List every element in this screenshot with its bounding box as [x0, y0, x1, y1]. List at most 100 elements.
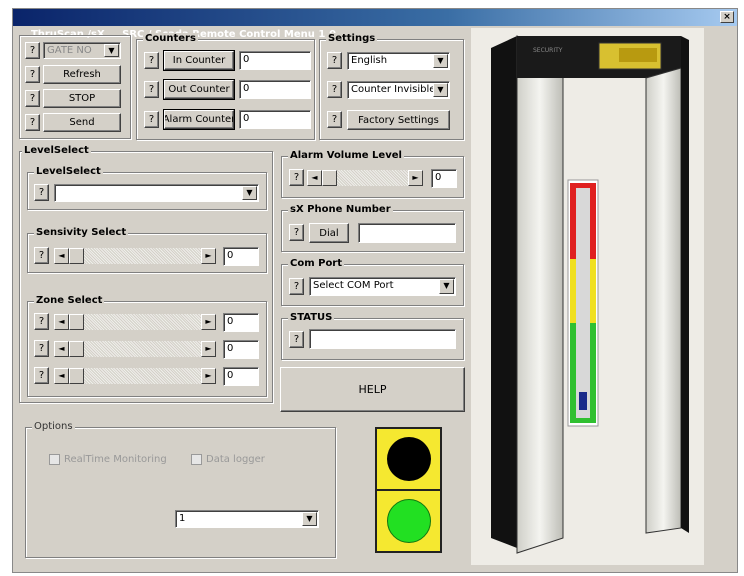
- level-select-dropdown[interactable]: ▼: [54, 184, 259, 202]
- language-select-arrow-icon[interactable]: ▼: [433, 54, 448, 68]
- level-select-help-button[interactable]: ?: [34, 184, 49, 201]
- alarm-counter-field[interactable]: 0: [239, 110, 311, 129]
- language-select[interactable]: English ▼: [347, 52, 450, 70]
- send-help-button[interactable]: ?: [25, 114, 40, 131]
- scroll-thumb[interactable]: [69, 368, 84, 384]
- scroll-left-icon[interactable]: ◄: [307, 170, 322, 186]
- zone-3-help-button[interactable]: ?: [34, 367, 49, 384]
- zone-2-help-button[interactable]: ?: [34, 340, 49, 357]
- out-counter-field[interactable]: 0: [239, 80, 311, 99]
- help-button[interactable]: HELP: [280, 367, 465, 412]
- scroll-left-icon[interactable]: ◄: [54, 368, 69, 384]
- alarm-volume-title: Alarm Volume Level: [288, 150, 404, 162]
- sensitivity-field[interactable]: 0: [223, 247, 259, 266]
- alarm-volume-help-button[interactable]: ?: [289, 169, 304, 186]
- data-logger-checkbox[interactable]: Data logger: [191, 454, 265, 465]
- gate-help-button[interactable]: ?: [25, 42, 40, 59]
- dial-button[interactable]: Dial: [309, 223, 349, 243]
- level-select-title: LevelSelect: [34, 166, 103, 178]
- signal-divider: [377, 489, 440, 491]
- scroll-right-icon[interactable]: ►: [201, 248, 216, 264]
- alarm-volume-scrollbar[interactable]: ◄ ►: [307, 170, 423, 186]
- phone-title: sX Phone Number: [288, 204, 393, 216]
- alarm-counter-help-button[interactable]: ?: [144, 111, 159, 128]
- scroll-left-icon[interactable]: ◄: [54, 341, 69, 357]
- sensitivity-scrollbar[interactable]: ◄ ►: [54, 248, 216, 264]
- realtime-monitoring-label: RealTime Monitoring: [64, 454, 167, 465]
- alarm-counter-button[interactable]: Alarm Counter: [163, 109, 235, 130]
- counter-visibility-arrow-icon[interactable]: ▼: [433, 83, 448, 97]
- zone-3-field[interactable]: 0: [223, 367, 259, 386]
- gate-select-arrow-icon[interactable]: ▼: [104, 44, 119, 57]
- zone-select-title: Zone Select: [34, 295, 105, 307]
- gate-select[interactable]: GATE NO ▼: [43, 42, 121, 59]
- options-select-arrow-icon[interactable]: ▼: [302, 512, 317, 526]
- out-counter-help-button[interactable]: ?: [144, 81, 159, 98]
- zone-1-field[interactable]: 0: [223, 313, 259, 332]
- close-button[interactable]: ×: [720, 11, 734, 23]
- in-counter-field[interactable]: 0: [239, 51, 311, 70]
- zone-1-scrollbar[interactable]: ◄ ►: [54, 314, 216, 330]
- phone-help-button[interactable]: ?: [289, 224, 304, 241]
- level-select-outer-title: LevelSelect: [22, 145, 91, 157]
- factory-help-button[interactable]: ?: [327, 111, 342, 128]
- svg-text:SECURITY: SECURITY: [533, 47, 563, 54]
- sensitivity-help-button[interactable]: ?: [34, 247, 49, 264]
- status-help-button[interactable]: ?: [289, 331, 304, 348]
- checkbox-icon[interactable]: [49, 454, 60, 465]
- refresh-help-button[interactable]: ?: [25, 66, 40, 83]
- factory-settings-button[interactable]: Factory Settings: [347, 110, 450, 130]
- settings-title: Settings: [326, 33, 378, 45]
- com-port-value: Select COM Port: [313, 280, 394, 291]
- red-light-icon: [387, 437, 431, 481]
- scroll-thumb[interactable]: [69, 341, 84, 357]
- status-field: [309, 329, 456, 349]
- zone-3-scrollbar[interactable]: ◄ ►: [54, 368, 216, 384]
- send-button[interactable]: Send: [43, 113, 121, 132]
- status-title: STATUS: [288, 312, 335, 324]
- checkbox-icon[interactable]: [191, 454, 202, 465]
- refresh-button[interactable]: Refresh: [43, 65, 121, 84]
- zone-1-help-button[interactable]: ?: [34, 313, 49, 330]
- in-counter-help-button[interactable]: ?: [144, 52, 159, 69]
- scroll-right-icon[interactable]: ►: [201, 341, 216, 357]
- scroll-thumb[interactable]: [322, 170, 337, 186]
- traffic-signal: [375, 427, 442, 553]
- alarm-volume-field[interactable]: 0: [431, 169, 457, 188]
- in-counter-button[interactable]: In Counter: [163, 50, 235, 71]
- language-help-button[interactable]: ?: [327, 52, 342, 69]
- zone-2-field[interactable]: 0: [223, 340, 259, 359]
- scroll-right-icon[interactable]: ►: [201, 368, 216, 384]
- com-port-select[interactable]: Select COM Port ▼: [309, 277, 456, 296]
- counter-visibility-select[interactable]: Counter Invisible ▼: [347, 81, 450, 99]
- zone-2-scrollbar[interactable]: ◄ ►: [54, 341, 216, 357]
- options-group: Options: [25, 421, 336, 558]
- options-title: Options: [32, 421, 75, 433]
- level-select-arrow-icon[interactable]: ▼: [242, 186, 257, 200]
- gate-image: SECURITY: [471, 28, 704, 565]
- out-counter-button[interactable]: Out Counter: [163, 79, 235, 100]
- stop-button[interactable]: STOP: [43, 89, 121, 108]
- counters-title: Counters: [143, 33, 198, 45]
- green-light-icon: [387, 499, 431, 543]
- counter-visibility-help-button[interactable]: ?: [327, 81, 342, 98]
- realtime-monitoring-checkbox[interactable]: RealTime Monitoring: [49, 454, 167, 465]
- scroll-left-icon[interactable]: ◄: [54, 314, 69, 330]
- scroll-right-icon[interactable]: ►: [201, 314, 216, 330]
- language-select-value: English: [351, 55, 388, 66]
- app-window: ThruScan /sX SRC / Scada Remote Control …: [12, 8, 738, 573]
- metal-detector-gate-icon: SECURITY: [491, 35, 689, 554]
- data-logger-label: Data logger: [206, 454, 265, 465]
- com-port-arrow-icon[interactable]: ▼: [439, 279, 454, 294]
- counter-visibility-value: Counter Invisible: [351, 84, 436, 95]
- com-port-help-button[interactable]: ?: [289, 278, 304, 295]
- phone-number-field[interactable]: [358, 223, 456, 243]
- options-select[interactable]: 1 ▼: [175, 510, 319, 528]
- com-port-title: Com Port: [288, 258, 345, 270]
- scroll-thumb[interactable]: [69, 314, 84, 330]
- scroll-left-icon[interactable]: ◄: [54, 248, 69, 264]
- stop-help-button[interactable]: ?: [25, 90, 40, 107]
- scroll-thumb[interactable]: [69, 248, 84, 264]
- scroll-right-icon[interactable]: ►: [408, 170, 423, 186]
- title-bar: ThruScan /sX SRC / Scada Remote Control …: [13, 9, 737, 40]
